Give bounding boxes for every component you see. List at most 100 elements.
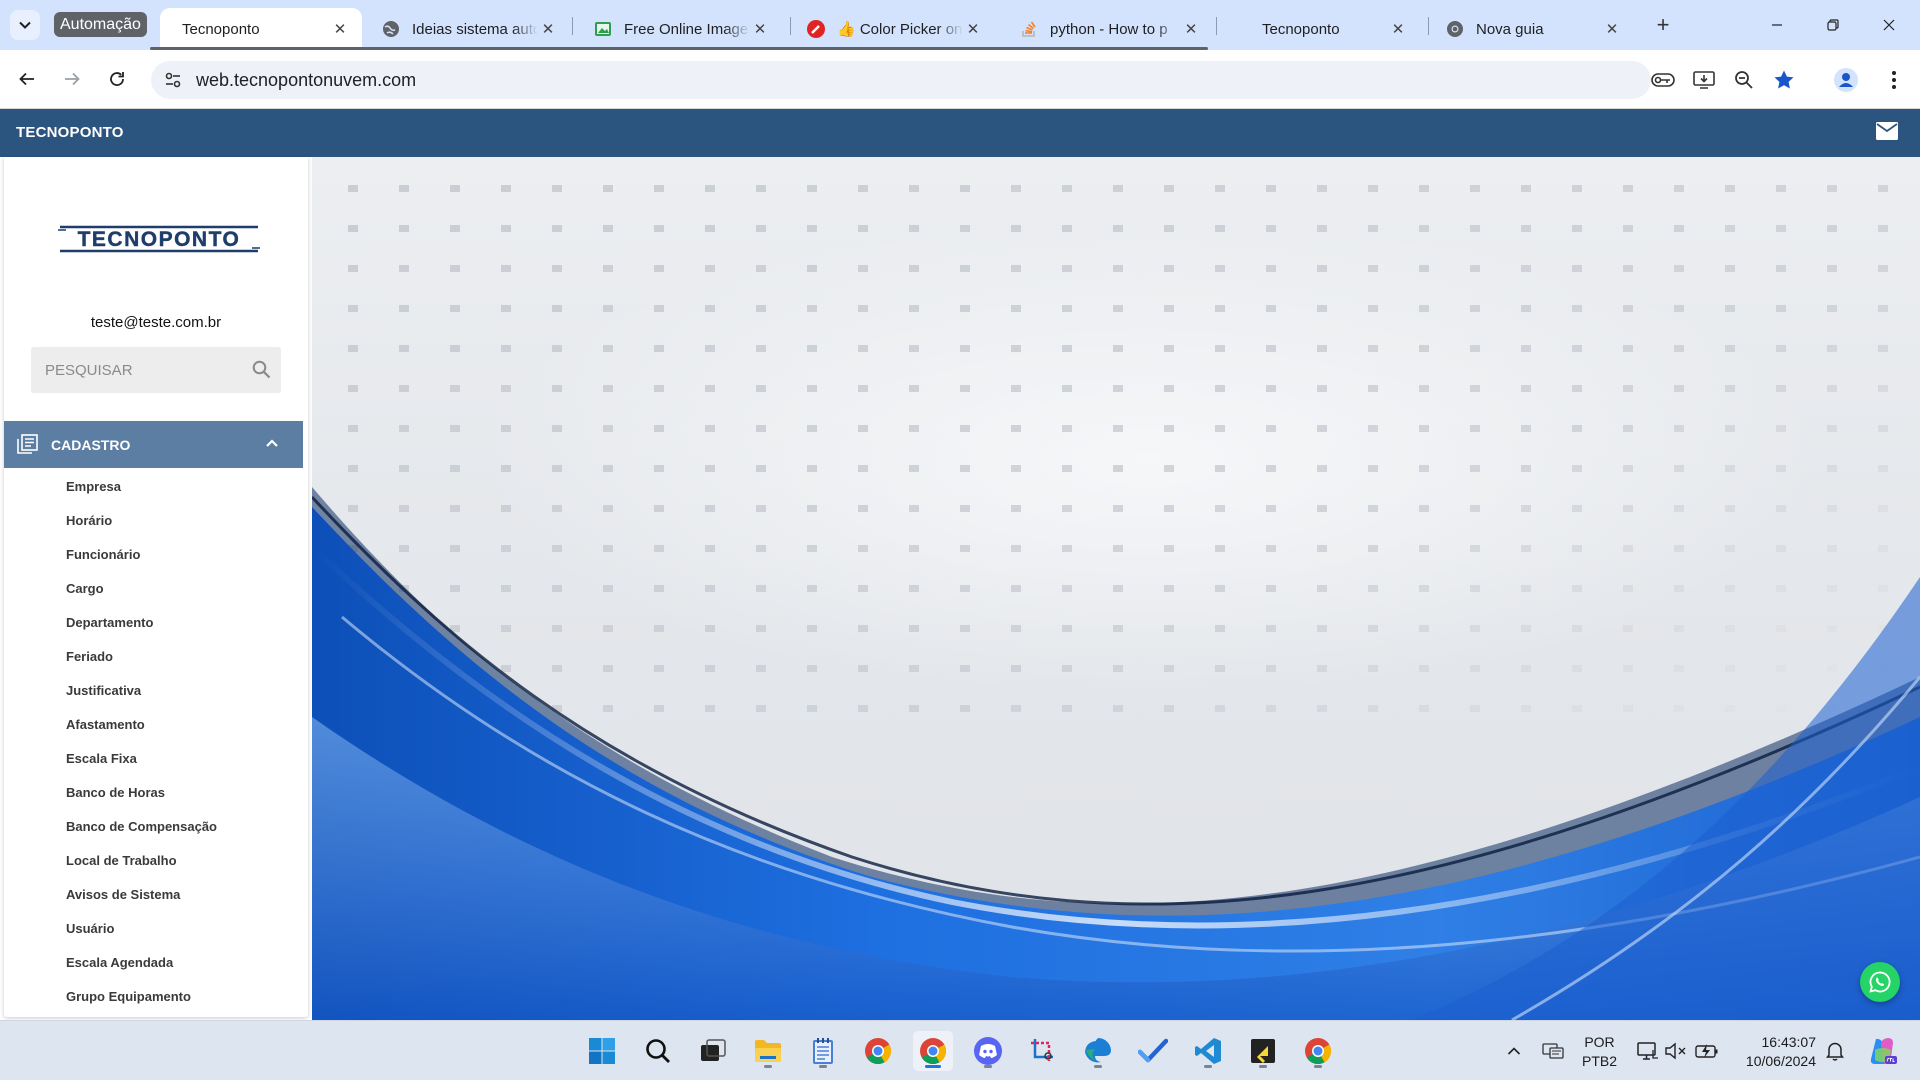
tab-free-online-image[interactable]: Free Online Image ✕	[582, 8, 782, 50]
taskbar-sticky-notes[interactable]	[1243, 1031, 1283, 1071]
whatsapp-icon	[1869, 971, 1891, 993]
menu-item-cargo[interactable]: Cargo	[66, 572, 217, 606]
running-indicator	[925, 1065, 941, 1068]
site-info-icon[interactable]	[163, 70, 183, 95]
menu-item-escala-fixa[interactable]: Escala Fixa	[66, 742, 217, 776]
menu-item-local-de-trabalho[interactable]: Local de Trabalho	[66, 844, 217, 878]
clock-date: 10/06/2024	[1745, 1053, 1816, 1069]
library-books-icon	[17, 434, 38, 460]
menu-kebab-icon[interactable]	[1882, 68, 1906, 92]
volume-muted-icon	[1665, 1042, 1686, 1060]
taskbar-start[interactable]	[582, 1031, 622, 1071]
menu-section-cadastro[interactable]: CADASTRO	[4, 421, 303, 468]
menu-item-justificativa[interactable]: Justificativa	[66, 674, 217, 708]
vscode-icon	[1195, 1038, 1221, 1064]
menu-item-escala-agendada[interactable]: Escala Agendada	[66, 946, 217, 980]
tab-tecnoponto-2[interactable]: Tecnoponto ✕	[1250, 8, 1420, 50]
taskbar-todo[interactable]	[1133, 1031, 1173, 1071]
tab-python-stackoverflow[interactable]: python - How to p ✕	[1008, 8, 1213, 50]
menu-item-feriado[interactable]: Feriado	[66, 640, 217, 674]
tab-title: python - How to p	[1050, 20, 1168, 38]
zoom-icon[interactable]	[1732, 68, 1756, 92]
restore-button[interactable]	[1806, 0, 1860, 50]
close-window-button[interactable]	[1862, 0, 1916, 50]
network-device-icon	[1542, 1043, 1564, 1059]
menu-item-banco-de-horas[interactable]: Banco de Horas	[66, 776, 217, 810]
close-icon[interactable]: ✕	[750, 19, 770, 39]
chevron-up-icon[interactable]	[265, 436, 279, 455]
tab-ideias[interactable]: Ideias sistema auto ✕	[370, 8, 570, 50]
tab-search-button[interactable]	[10, 10, 40, 40]
menu-item-usuario[interactable]: Usuário	[66, 912, 217, 946]
close-icon[interactable]: ✕	[963, 19, 983, 39]
menu-list: Empresa Horário Funcionário Cargo Depart…	[66, 470, 217, 1014]
tab-tecnoponto-active[interactable]: Tecnoponto ✕	[160, 8, 362, 50]
menu-item-grupo-equipamento[interactable]: Grupo Equipamento	[66, 980, 217, 1014]
whatsapp-button[interactable]	[1860, 962, 1900, 1002]
tray-network-drive[interactable]	[1538, 1021, 1568, 1080]
taskbar-vscode[interactable]	[1188, 1031, 1228, 1071]
taskbar-snipping-tool[interactable]	[1023, 1031, 1063, 1071]
tab-title: 👍 Color Picker on	[837, 21, 963, 38]
copilot-button[interactable]	[1864, 1021, 1900, 1080]
menu-item-horario[interactable]: Horário	[66, 504, 217, 538]
search-input[interactable]	[31, 347, 241, 393]
password-key-icon[interactable]	[1651, 68, 1675, 92]
menu-item-empresa[interactable]: Empresa	[66, 470, 217, 504]
tray-battery[interactable]	[1692, 1021, 1722, 1080]
close-icon[interactable]: ✕	[538, 19, 558, 39]
mail-icon[interactable]	[1876, 122, 1900, 144]
menu-item-afastamento[interactable]: Afastamento	[66, 708, 217, 742]
notifications-button[interactable]	[1822, 1021, 1848, 1080]
reload-button[interactable]	[102, 64, 132, 94]
minimize-icon	[1772, 24, 1782, 26]
menu-item-funcionario[interactable]: Funcionário	[66, 538, 217, 572]
decorative-wave-background	[312, 157, 1920, 1020]
keyboard-language-indicator[interactable]: POR PTB2	[1582, 1033, 1617, 1071]
new-tab-button[interactable]: +	[1650, 12, 1676, 38]
tray-display[interactable]	[1634, 1021, 1662, 1080]
language-code: POR	[1584, 1034, 1615, 1050]
bookmark-star-icon[interactable]	[1772, 68, 1796, 92]
system-clock[interactable]: 16:43:07 10/06/2024	[1730, 1033, 1816, 1071]
close-icon[interactable]: ✕	[1602, 19, 1622, 39]
tab-title: Nova guia	[1476, 20, 1544, 38]
windows-taskbar: POR PTB2 16:43:07 10/06/2024	[0, 1020, 1920, 1080]
close-icon[interactable]: ✕	[1181, 19, 1201, 39]
notepad-icon	[813, 1038, 833, 1064]
close-icon[interactable]: ✕	[1388, 19, 1408, 39]
running-indicator	[764, 1065, 772, 1068]
taskbar-chrome-2[interactable]	[913, 1031, 953, 1071]
menu-item-banco-de-compensacao[interactable]: Banco de Compensação	[66, 810, 217, 844]
tab-nova-guia[interactable]: Nova guia ✕	[1434, 8, 1634, 50]
menu-item-departamento[interactable]: Departamento	[66, 606, 217, 640]
clock-time: 16:43:07	[1761, 1034, 1817, 1050]
show-hidden-icons-button[interactable]	[1500, 1021, 1528, 1080]
taskbar-chrome-1[interactable]	[858, 1031, 898, 1071]
menu-item-avisos-de-sistema[interactable]: Avisos de Sistema	[66, 878, 217, 912]
address-bar[interactable]: web.tecnopontonuvem.com	[151, 61, 1651, 99]
close-icon[interactable]: ✕	[330, 19, 350, 39]
taskbar-chrome-3[interactable]	[1298, 1031, 1338, 1071]
tab-separator	[572, 17, 573, 35]
todo-icon	[1138, 1038, 1168, 1063]
close-icon	[1883, 19, 1895, 31]
tray-volume[interactable]	[1662, 1021, 1690, 1080]
taskbar-edge[interactable]	[1078, 1031, 1118, 1071]
install-app-icon[interactable]	[1692, 68, 1716, 92]
taskbar-file-explorer[interactable]	[748, 1031, 788, 1071]
running-indicator	[1204, 1065, 1212, 1068]
forward-button[interactable]	[57, 64, 87, 94]
monitor-network-icon	[1637, 1042, 1658, 1060]
profile-avatar[interactable]	[1834, 68, 1858, 92]
minimize-button[interactable]	[1750, 0, 1804, 50]
search-icon[interactable]	[252, 360, 271, 384]
taskbar-task-view[interactable]	[693, 1031, 733, 1071]
tab-color-picker[interactable]: 👍 Color Picker on ✕	[795, 8, 995, 50]
taskbar-notepad[interactable]	[803, 1031, 843, 1071]
running-indicator	[1259, 1065, 1267, 1068]
taskbar-discord[interactable]	[968, 1031, 1008, 1071]
tab-group-chip[interactable]: Automação	[54, 12, 147, 37]
back-button[interactable]	[12, 64, 42, 94]
taskbar-search[interactable]	[638, 1031, 678, 1071]
